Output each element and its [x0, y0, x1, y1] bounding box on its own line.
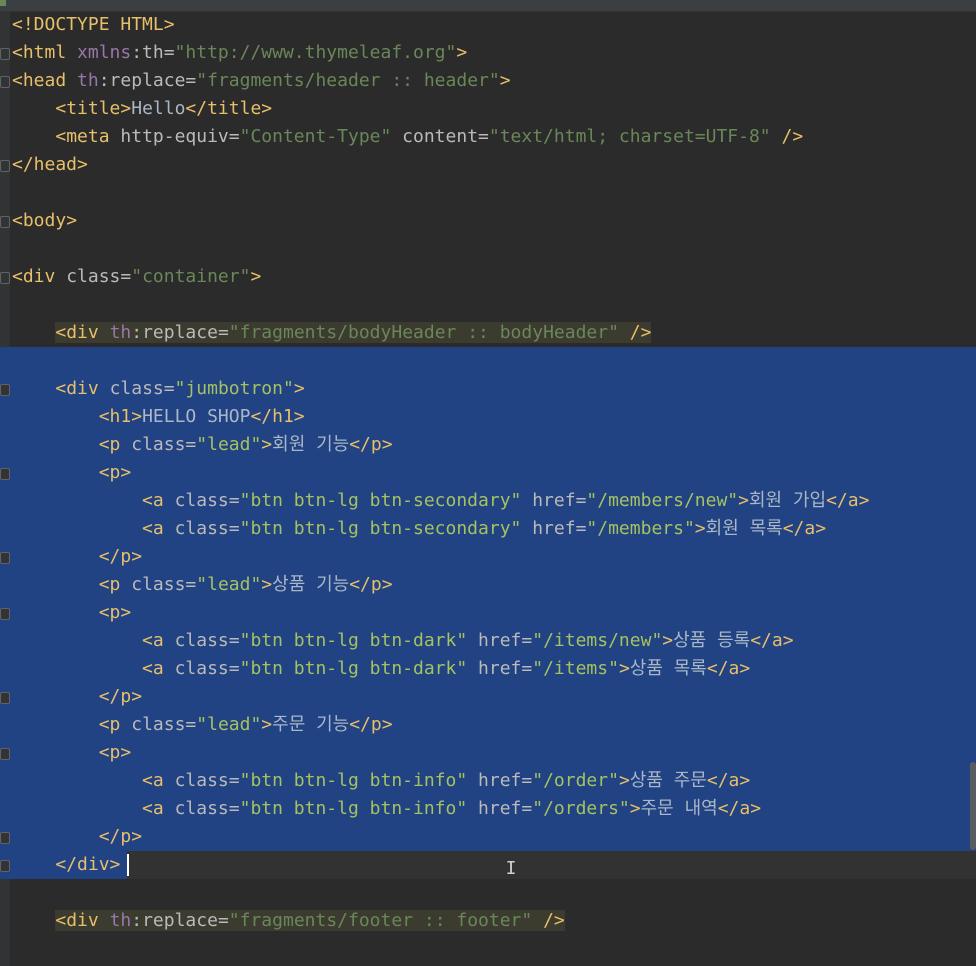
- code-line[interactable]: <title>Hello</title>: [0, 95, 976, 123]
- code-line[interactable]: <p>: [0, 739, 976, 767]
- fold-toggle-icon[interactable]: [0, 860, 10, 872]
- code-text: <a class="btn btn-lg btn-dark" href="/it…: [142, 658, 751, 679]
- code-line[interactable]: <a class="btn btn-lg btn-dark" href="/it…: [0, 627, 976, 655]
- fold-toggle-icon[interactable]: [0, 272, 10, 284]
- code-text: <div th:replace="fragments/bodyHeader ::…: [55, 322, 652, 343]
- code-text: <p>: [98, 742, 132, 763]
- code-line[interactable]: <div class="container">: [0, 263, 976, 291]
- code-line[interactable]: <a class="btn btn-lg btn-secondary" href…: [0, 487, 976, 515]
- code-text: </p>: [98, 546, 143, 567]
- code-line[interactable]: <head th:replace="fragments/header :: he…: [0, 67, 976, 95]
- code-text: <p class="lead">회원 기능</p>: [98, 434, 393, 455]
- code-line[interactable]: </p>: [0, 823, 976, 851]
- code-text: </head>: [12, 154, 88, 175]
- code-line[interactable]: <p class="lead">회원 기능</p>: [0, 431, 976, 459]
- code-line[interactable]: </p>: [0, 543, 976, 571]
- fold-toggle-icon[interactable]: [0, 48, 10, 60]
- mouse-ibeam-cursor-icon: I: [505, 858, 517, 879]
- code-line[interactable]: </head>: [0, 151, 976, 179]
- code-line[interactable]: <div class="jumbotron">: [0, 375, 976, 403]
- fold-toggle-icon[interactable]: [0, 468, 10, 480]
- code-text: <div class="container">: [12, 266, 262, 287]
- fold-toggle-icon[interactable]: [0, 216, 10, 228]
- code-text: <div class="jumbotron">: [55, 378, 305, 399]
- code-line[interactable]: <body>: [0, 207, 976, 235]
- code-line[interactable]: [0, 347, 976, 375]
- code-editor[interactable]: <!DOCTYPE HTML> <html xmlns:th="http://ww…: [0, 11, 976, 966]
- code-text: <a class="btn btn-lg btn-dark" href="/it…: [142, 630, 794, 651]
- file-type-icon: [0, 0, 6, 6]
- fold-toggle-icon[interactable]: [0, 76, 10, 88]
- code-line[interactable]: <html xmlns:th="http://www.thymeleaf.org…: [0, 39, 976, 67]
- code-text: <p class="lead">주문 기능</p>: [98, 714, 393, 735]
- code-text: <p>: [98, 462, 132, 483]
- code-text: <a class="btn btn-lg btn-info" href="/or…: [142, 770, 751, 791]
- code-text: <p class="lead">상품 기능</p>: [98, 574, 393, 595]
- code-text: <body>: [12, 210, 78, 231]
- code-line[interactable]: <a class="btn btn-lg btn-secondary" href…: [0, 515, 976, 543]
- code-line[interactable]: </p>: [0, 683, 976, 711]
- code-text: <p>: [98, 602, 132, 623]
- vertical-scrollbar[interactable]: [970, 762, 976, 850]
- code-text: <a class="btn btn-lg btn-info" href="/or…: [142, 798, 762, 819]
- fold-toggle-icon[interactable]: [0, 608, 10, 620]
- fold-toggle-icon[interactable]: [0, 748, 10, 760]
- fold-toggle-icon[interactable]: [0, 832, 10, 844]
- code-text: </p>: [98, 686, 143, 707]
- code-line[interactable]: </div>: [0, 851, 976, 879]
- code-line[interactable]: <div th:replace="fragments/bodyHeader ::…: [0, 319, 976, 347]
- code-line[interactable]: <a class="btn btn-lg btn-info" href="/or…: [0, 767, 976, 795]
- code-text: <title>Hello</title>: [55, 98, 273, 119]
- code-line[interactable]: <meta http-equiv="Content-Type" content=…: [0, 123, 976, 151]
- code-line[interactable]: <div th:replace="fragments/footer :: foo…: [0, 907, 976, 935]
- code-text: <a class="btn btn-lg btn-secondary" href…: [142, 490, 870, 511]
- code-text: <head th:replace="fragments/header :: he…: [12, 70, 511, 91]
- code-line[interactable]: <a class="btn btn-lg btn-dark" href="/it…: [0, 655, 976, 683]
- code-text: <html xmlns:th="http://www.thymeleaf.org…: [12, 42, 468, 63]
- code-line[interactable]: <p>: [0, 599, 976, 627]
- code-text: </div>: [55, 854, 121, 875]
- code-line[interactable]: [0, 235, 976, 263]
- code-line[interactable]: [0, 291, 976, 319]
- code-line[interactable]: <!DOCTYPE HTML>: [0, 11, 976, 39]
- code-line[interactable]: <h1>HELLO SHOP</h1>: [0, 403, 976, 431]
- code-line[interactable]: <p>: [0, 459, 976, 487]
- code-text: <!DOCTYPE HTML>: [12, 14, 175, 35]
- code-text: <a class="btn btn-lg btn-secondary" href…: [142, 518, 827, 539]
- code-line[interactable]: <p class="lead">상품 기능</p>: [0, 571, 976, 599]
- code-line[interactable]: <p class="lead">주문 기능</p>: [0, 711, 976, 739]
- code-text: <div th:replace="fragments/footer :: foo…: [55, 910, 565, 931]
- code-line[interactable]: <a class="btn btn-lg btn-info" href="/or…: [0, 795, 976, 823]
- code-text: <h1>HELLO SHOP</h1>: [98, 406, 305, 427]
- code-line[interactable]: [0, 179, 976, 207]
- text-caret: [127, 854, 129, 876]
- code-line[interactable]: [0, 879, 976, 907]
- fold-toggle-icon[interactable]: [0, 552, 10, 564]
- fold-toggle-icon[interactable]: [0, 384, 10, 396]
- code-text: </p>: [98, 826, 143, 847]
- code-text: <meta http-equiv="Content-Type" content=…: [55, 126, 804, 147]
- fold-toggle-icon[interactable]: [0, 160, 10, 172]
- fold-toggle-icon[interactable]: [0, 692, 10, 704]
